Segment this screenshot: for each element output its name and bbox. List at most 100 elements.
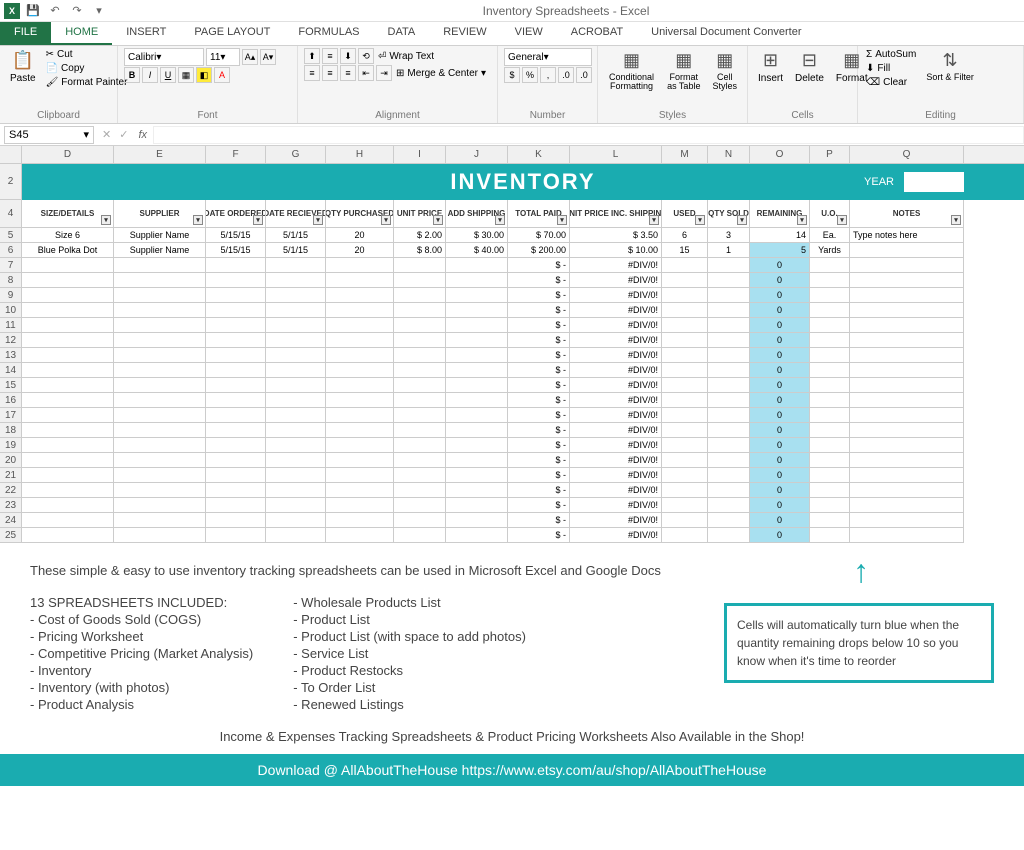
cell[interactable]: [850, 498, 964, 513]
cell[interactable]: [662, 483, 708, 498]
cell[interactable]: $ 2.00: [394, 228, 446, 243]
filter-icon[interactable]: ▾: [649, 215, 659, 225]
cell[interactable]: [446, 378, 508, 393]
cell[interactable]: 15: [662, 243, 708, 258]
number-format-combo[interactable]: General ▾: [504, 48, 592, 66]
merge-center-button[interactable]: ⊞ Merge & Center ▾: [394, 67, 488, 80]
cell[interactable]: [708, 438, 750, 453]
tab-view[interactable]: VIEW: [501, 22, 557, 45]
row-header[interactable]: 4: [0, 200, 22, 228]
save-icon[interactable]: 💾: [24, 2, 42, 20]
select-all-corner[interactable]: [0, 146, 22, 164]
cell[interactable]: [810, 318, 850, 333]
cell[interactable]: [266, 468, 326, 483]
tab-file[interactable]: FILE: [0, 22, 51, 45]
cell[interactable]: $ -: [508, 363, 570, 378]
increase-indent-icon[interactable]: ⇥: [376, 65, 392, 81]
table-header[interactable]: REMAINING▾: [750, 200, 810, 228]
cell[interactable]: [326, 273, 394, 288]
tab-insert[interactable]: INSERT: [112, 22, 180, 45]
column-header[interactable]: I: [394, 146, 446, 163]
table-header[interactable]: ADD SHIPPING▾: [446, 200, 508, 228]
cell[interactable]: [22, 348, 114, 363]
cell[interactable]: $ -: [508, 468, 570, 483]
cell[interactable]: [114, 348, 206, 363]
cell[interactable]: [266, 348, 326, 363]
cell[interactable]: [266, 393, 326, 408]
cell[interactable]: [266, 453, 326, 468]
formula-input[interactable]: [153, 126, 1024, 144]
cell[interactable]: [266, 363, 326, 378]
cell[interactable]: #DIV/0!: [570, 273, 662, 288]
table-header[interactable]: TOTAL PAID▾: [508, 200, 570, 228]
table-header[interactable]: QTY SOLD▾: [708, 200, 750, 228]
name-box[interactable]: S45▾: [4, 126, 94, 144]
font-color-button[interactable]: A: [214, 67, 230, 83]
cell[interactable]: [810, 363, 850, 378]
column-header[interactable]: O: [750, 146, 810, 163]
cell[interactable]: [708, 423, 750, 438]
column-header[interactable]: Q: [850, 146, 964, 163]
cell[interactable]: [266, 483, 326, 498]
cell[interactable]: [394, 378, 446, 393]
cell[interactable]: [810, 513, 850, 528]
cell[interactable]: [850, 528, 964, 543]
row-header[interactable]: 16: [0, 393, 22, 408]
cell[interactable]: $ -: [508, 258, 570, 273]
cell[interactable]: [850, 273, 964, 288]
cell[interactable]: [446, 483, 508, 498]
decrease-decimal-icon[interactable]: .0: [576, 67, 592, 83]
cell[interactable]: [266, 333, 326, 348]
cell[interactable]: [114, 513, 206, 528]
cell[interactable]: [446, 453, 508, 468]
cell[interactable]: $ 8.00: [394, 243, 446, 258]
cell[interactable]: #DIV/0!: [570, 483, 662, 498]
cell[interactable]: [22, 513, 114, 528]
cell[interactable]: [708, 528, 750, 543]
table-header[interactable]: U.O.▾: [810, 200, 850, 228]
cell[interactable]: [810, 423, 850, 438]
delete-cells-button[interactable]: ⊟Delete: [791, 48, 828, 86]
cell[interactable]: [394, 423, 446, 438]
cell[interactable]: [810, 468, 850, 483]
cell[interactable]: [708, 348, 750, 363]
cell[interactable]: [114, 483, 206, 498]
cell[interactable]: 3: [708, 228, 750, 243]
cell[interactable]: #DIV/0!: [570, 288, 662, 303]
align-top-icon[interactable]: ⬆: [304, 48, 320, 64]
paste-button[interactable]: 📋Paste: [6, 48, 40, 86]
cell[interactable]: 0: [750, 498, 810, 513]
font-size-combo[interactable]: 11 ▾: [206, 48, 240, 66]
cell[interactable]: #DIV/0!: [570, 378, 662, 393]
increase-decimal-icon[interactable]: .0: [558, 67, 574, 83]
cell[interactable]: [326, 348, 394, 363]
cell[interactable]: $ 3.50: [570, 228, 662, 243]
table-header[interactable]: SIZE/DETAILS▾: [22, 200, 114, 228]
align-left-icon[interactable]: ≡: [304, 65, 320, 81]
cell[interactable]: [662, 408, 708, 423]
cell[interactable]: [394, 318, 446, 333]
increase-font-icon[interactable]: A▴: [242, 49, 258, 65]
cell[interactable]: [266, 378, 326, 393]
cell[interactable]: [114, 288, 206, 303]
filter-icon[interactable]: ▾: [253, 215, 263, 225]
cell[interactable]: #DIV/0!: [570, 363, 662, 378]
cell[interactable]: [662, 288, 708, 303]
cell[interactable]: [850, 288, 964, 303]
cell[interactable]: 0: [750, 513, 810, 528]
cell[interactable]: $ -: [508, 423, 570, 438]
undo-icon[interactable]: ↶: [46, 2, 64, 20]
cell[interactable]: [266, 258, 326, 273]
tab-acrobat[interactable]: ACROBAT: [557, 22, 637, 45]
column-header[interactable]: G: [266, 146, 326, 163]
filter-icon[interactable]: ▾: [313, 215, 323, 225]
cell[interactable]: [394, 333, 446, 348]
cell[interactable]: [206, 393, 266, 408]
currency-icon[interactable]: $: [504, 67, 520, 83]
cell[interactable]: [708, 258, 750, 273]
cell[interactable]: [114, 378, 206, 393]
cell[interactable]: [662, 273, 708, 288]
cell[interactable]: [810, 258, 850, 273]
column-header[interactable]: K: [508, 146, 570, 163]
cell[interactable]: Supplier Name: [114, 228, 206, 243]
